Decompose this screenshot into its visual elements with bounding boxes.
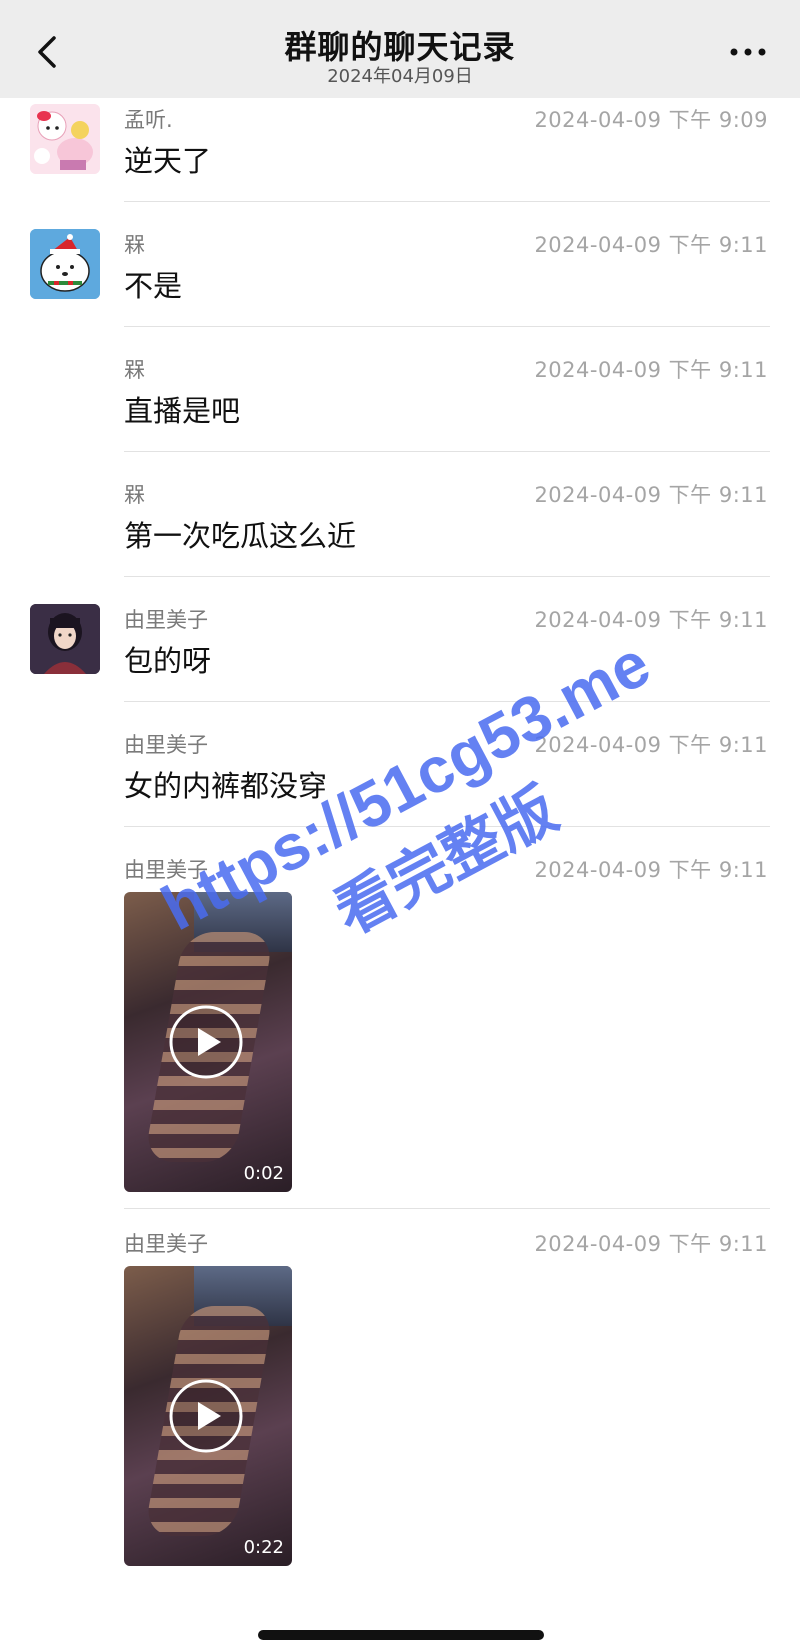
message-time: 2024-04-09 下午 9:11 (534, 483, 768, 507)
message-text: 不是 (124, 269, 183, 303)
home-indicator[interactable] (258, 1630, 544, 1640)
divider (124, 451, 770, 452)
divider (124, 1208, 770, 1209)
divider (124, 201, 770, 202)
sender-name: 槑 (124, 233, 145, 257)
divider (124, 826, 770, 827)
page-subtitle: 2024年04月09日 (327, 66, 473, 87)
sender-name: 由里美子 (124, 858, 208, 882)
play-icon[interactable] (168, 1378, 244, 1454)
sender-name: 由里美子 (124, 1232, 208, 1256)
message-time: 2024-04-09 下午 9:11 (534, 1232, 768, 1256)
video-thumbnail[interactable]: 0:02 (124, 892, 292, 1192)
sender-name: 由里美子 (124, 733, 208, 757)
sender-name: 槑 (124, 358, 145, 382)
message-time: 2024-04-09 下午 9:11 (534, 608, 768, 632)
header-bar: 群聊的聊天记录 2024年04月09日 (0, 0, 800, 98)
message-time: 2024-04-09 下午 9:09 (534, 108, 768, 132)
video-thumbnail[interactable]: 0:22 (124, 1266, 292, 1566)
message-time: 2024-04-09 下午 9:11 (534, 858, 768, 882)
message-time: 2024-04-09 下午 9:11 (534, 233, 768, 257)
divider (124, 326, 770, 327)
play-icon[interactable] (168, 1004, 244, 1080)
white-dog-santa-hat-avatar[interactable] (30, 229, 100, 299)
sender-name: 由里美子 (124, 608, 208, 632)
divider (124, 701, 770, 702)
message-text: 女的内裤都没穿 (124, 769, 328, 803)
video-duration: 0:22 (243, 1537, 284, 1558)
video-duration: 0:02 (243, 1163, 284, 1184)
anime-girl-avatar[interactable] (30, 604, 100, 674)
message-text: 包的呀 (124, 644, 212, 678)
sender-name: 孟听. (124, 108, 173, 132)
message-text: 逆天了 (124, 144, 212, 178)
more-dots-icon[interactable] (728, 40, 768, 64)
message-time: 2024-04-09 下午 9:11 (534, 358, 768, 382)
hello-kitty-avatar[interactable] (30, 104, 100, 174)
message-text: 第一次吃瓜这么近 (124, 519, 357, 553)
sender-name: 槑 (124, 483, 145, 507)
message-time: 2024-04-09 下午 9:11 (534, 733, 768, 757)
message-text: 直播是吧 (124, 394, 241, 428)
divider (124, 576, 770, 577)
